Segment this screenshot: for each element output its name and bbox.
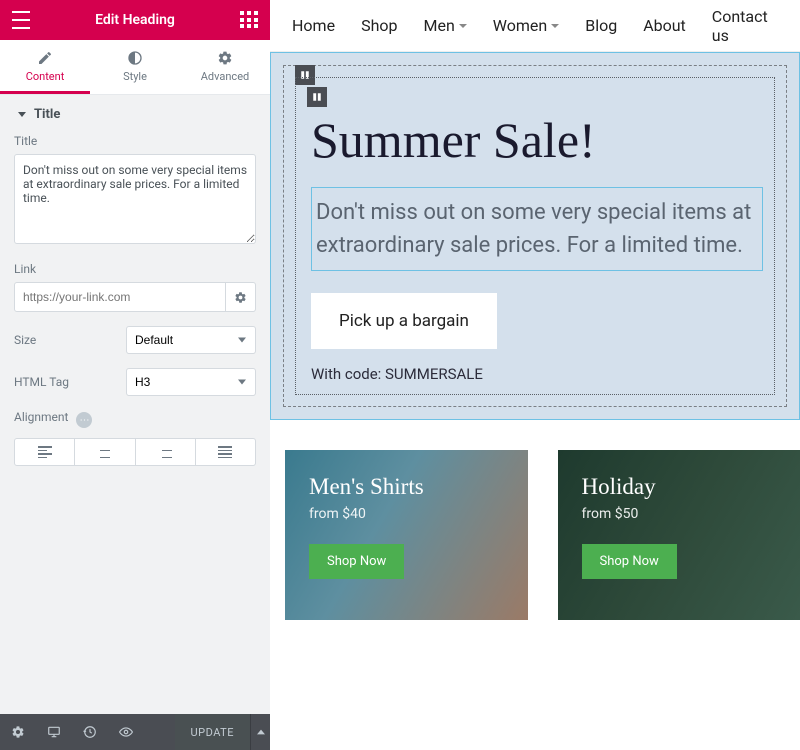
- title-label: Title: [14, 134, 256, 148]
- history-button[interactable]: [72, 714, 108, 750]
- hero-headline[interactable]: Summer Sale!: [311, 111, 763, 169]
- content-form: Title Don't miss out on some very specia…: [0, 134, 270, 466]
- contrast-icon: [127, 50, 143, 66]
- gear-icon: [234, 291, 247, 304]
- update-button[interactable]: UPDATE: [175, 714, 250, 750]
- shop-now-button[interactable]: Shop Now: [309, 544, 404, 579]
- card-title: Holiday: [582, 474, 777, 500]
- htmltag-select[interactable]: H3: [126, 368, 256, 396]
- card-price: from $40: [309, 506, 504, 522]
- card-title: Men's Shirts: [309, 474, 504, 500]
- pencil-icon: [37, 50, 53, 66]
- card-mens-shirts[interactable]: Men's Shirts from $40 Shop Now: [285, 450, 528, 620]
- link-label: Link: [14, 262, 256, 276]
- size-label: Size: [14, 333, 36, 347]
- gear-icon: [11, 725, 25, 739]
- card-holiday[interactable]: Holiday from $50 Shop Now: [558, 450, 800, 620]
- align-center-button[interactable]: [75, 438, 135, 466]
- caret-down-icon: [18, 112, 26, 117]
- align-left-button[interactable]: [14, 438, 75, 466]
- site-nav: Home Shop Men Women Blog About Contact u…: [270, 0, 800, 52]
- alignment-label: Alignment: [14, 410, 68, 424]
- preview-canvas: Home Shop Men Women Blog About Contact u…: [270, 0, 800, 750]
- hero-section[interactable]: Summer Sale! Don't miss out on some very…: [270, 52, 800, 420]
- chevron-down-icon: [551, 24, 559, 28]
- link-options-button[interactable]: [226, 282, 256, 312]
- nav-women[interactable]: Women: [493, 16, 559, 35]
- sidebar-footer: UPDATE: [0, 714, 270, 750]
- menu-icon[interactable]: [12, 11, 30, 29]
- nav-contact[interactable]: Contact us: [712, 7, 778, 45]
- responsive-mode-button[interactable]: [36, 714, 72, 750]
- promo-code-text: With code: SUMMERSALE: [311, 365, 763, 383]
- editor-sidebar: Edit Heading Content Style Advanced Titl…: [0, 0, 270, 750]
- align-justify-icon: [218, 446, 232, 458]
- align-center-icon: [98, 446, 112, 458]
- align-justify-button[interactable]: [196, 438, 256, 466]
- desktop-icon: [46, 725, 62, 739]
- tab-advanced[interactable]: Advanced: [180, 40, 270, 94]
- alignment-buttons: [14, 438, 256, 466]
- eye-icon: [118, 725, 134, 739]
- tab-content[interactable]: Content: [0, 40, 90, 94]
- tab-style[interactable]: Style: [90, 40, 180, 94]
- history-icon: [83, 725, 97, 739]
- title-textarea[interactable]: Don't miss out on some very special item…: [14, 154, 256, 244]
- editor-tabs: Content Style Advanced: [0, 40, 270, 95]
- nav-shop[interactable]: Shop: [361, 16, 397, 35]
- nav-home[interactable]: Home: [292, 16, 335, 35]
- shop-now-button[interactable]: Shop Now: [582, 544, 677, 579]
- hero-subhead: Don't miss out on some very special item…: [316, 196, 758, 262]
- sidebar-header: Edit Heading: [0, 0, 270, 40]
- hero-subhead-widget[interactable]: Don't miss out on some very special item…: [311, 187, 763, 271]
- panel-title: Edit Heading: [95, 12, 175, 28]
- nav-blog[interactable]: Blog: [585, 16, 617, 35]
- settings-button[interactable]: [0, 714, 36, 750]
- align-left-icon: [38, 446, 52, 458]
- gear-icon: [217, 50, 233, 66]
- publish-options-button[interactable]: [250, 714, 270, 750]
- link-input[interactable]: [14, 282, 226, 312]
- section-title-toggle[interactable]: Title: [0, 95, 270, 134]
- size-select[interactable]: Default: [126, 326, 256, 354]
- chevron-down-icon: [459, 24, 467, 28]
- apps-grid-icon[interactable]: [240, 11, 258, 29]
- align-right-icon: [158, 446, 172, 458]
- responsive-icon[interactable]: ⋯: [76, 412, 92, 428]
- htmltag-label: HTML Tag: [14, 375, 69, 389]
- preview-button[interactable]: [108, 714, 144, 750]
- product-cards: Men's Shirts from $40 Shop Now Holiday f…: [270, 420, 800, 620]
- align-right-button[interactable]: [136, 438, 196, 466]
- card-price: from $50: [582, 506, 777, 522]
- nav-men[interactable]: Men: [423, 16, 466, 35]
- caret-up-icon: [257, 728, 265, 736]
- nav-about[interactable]: About: [643, 16, 686, 35]
- hero-cta-button[interactable]: Pick up a bargain: [311, 293, 497, 349]
